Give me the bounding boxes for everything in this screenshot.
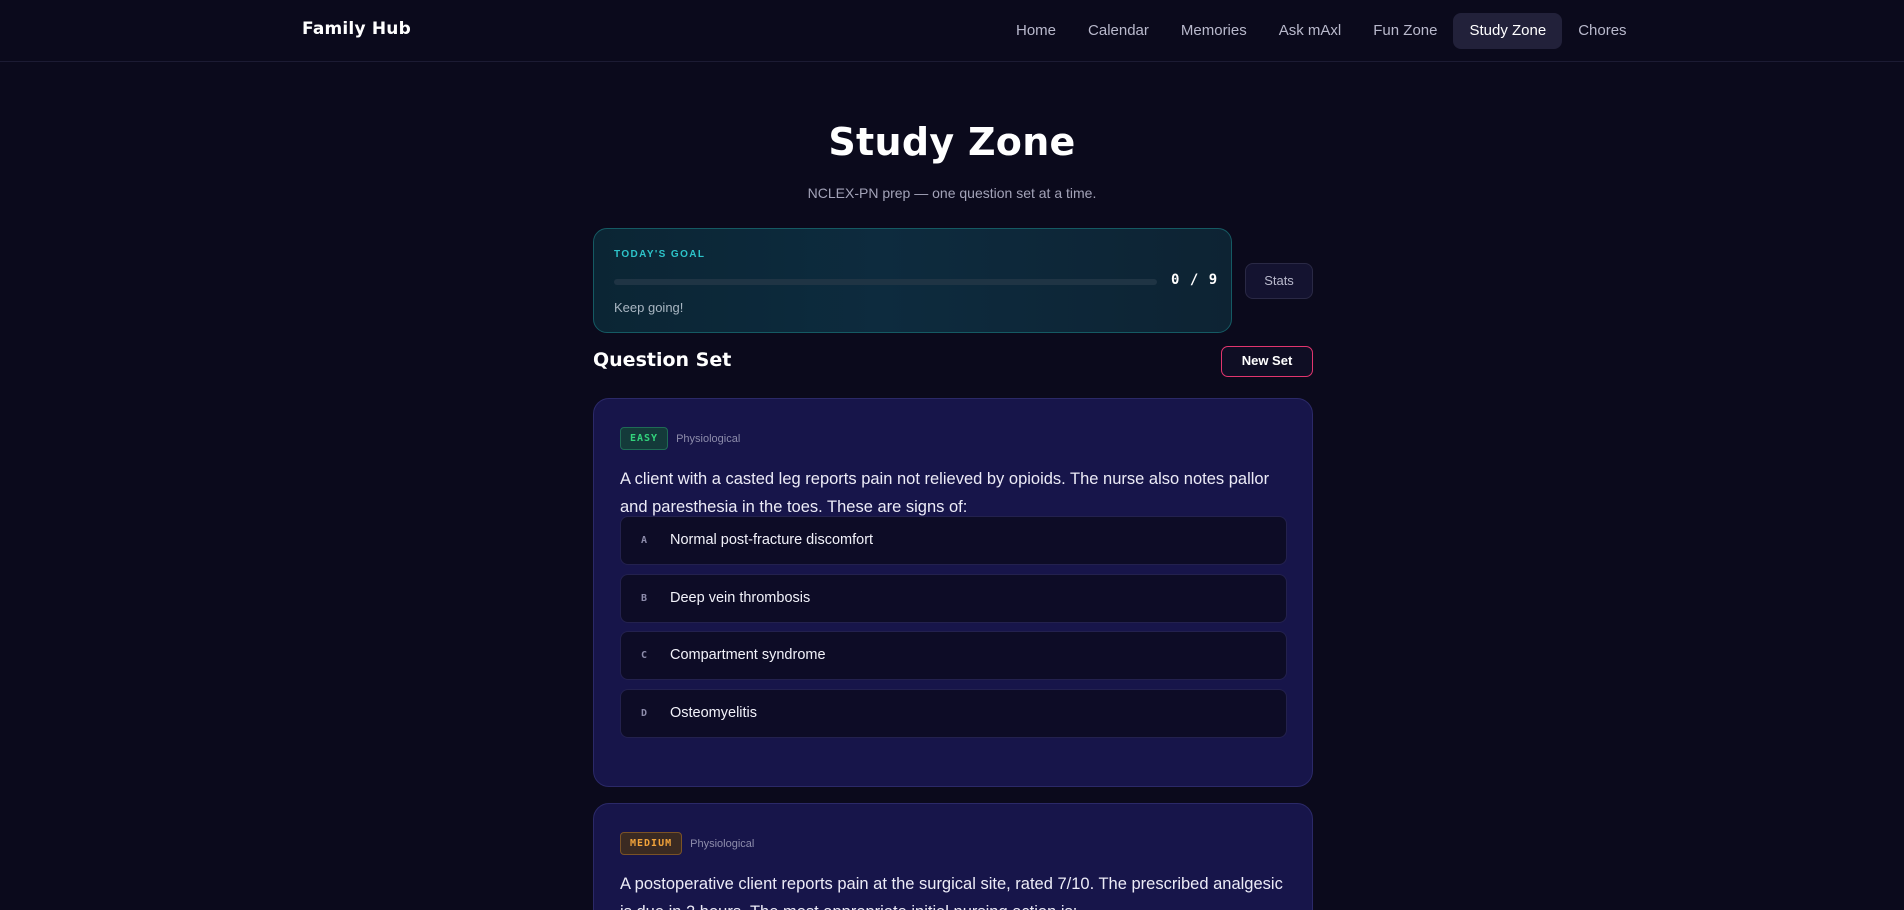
- page-title: Study Zone: [828, 120, 1076, 164]
- answer-option-b[interactable]: B Deep vein thrombosis: [620, 574, 1287, 623]
- option-text: Normal post-fracture discomfort: [670, 532, 874, 548]
- goal-count: 0 / 9: [1171, 272, 1219, 288]
- nav-memories[interactable]: Memories: [1165, 13, 1263, 49]
- option-text: Deep vein thrombosis: [670, 590, 811, 606]
- goal-progress-bar: [614, 279, 1157, 285]
- question-meta: MEDIUM Physiological: [620, 832, 754, 855]
- page-subtitle: NCLEX-PN prep — one question set at a ti…: [807, 185, 1097, 201]
- question-category: Physiological: [676, 432, 741, 445]
- nav-study-zone[interactable]: Study Zone: [1453, 13, 1563, 49]
- question-text: A client with a casted leg reports pain …: [620, 470, 1270, 516]
- question-card: MEDIUM Physiological A postoperative cli…: [593, 803, 1313, 910]
- stats-button[interactable]: Stats: [1245, 263, 1313, 299]
- brand-logo[interactable]: Family Hub: [302, 19, 411, 39]
- nav-ask-maxl[interactable]: Ask mAxl: [1263, 13, 1358, 49]
- question-text: A postoperative client reports pain at t…: [620, 875, 1283, 910]
- todays-goal-card: TODAY'S GOAL 0 / 9 Keep going!: [593, 228, 1232, 333]
- nav-chores[interactable]: Chores: [1562, 13, 1642, 49]
- nav-calendar[interactable]: Calendar: [1072, 13, 1165, 49]
- question-set-title: Question Set: [593, 349, 732, 371]
- option-letter: C: [641, 650, 648, 661]
- nav-fun-zone[interactable]: Fun Zone: [1357, 13, 1453, 49]
- answer-option-a[interactable]: A Normal post-fracture discomfort: [620, 516, 1287, 565]
- question-card: EASY Physiological A client with a caste…: [593, 398, 1313, 787]
- top-navigation-bar: Family Hub Home Calendar Memories Ask mA…: [0, 0, 1904, 62]
- difficulty-badge: MEDIUM: [620, 832, 683, 855]
- option-text: Osteomyelitis: [670, 705, 758, 721]
- option-letter: B: [641, 593, 648, 604]
- difficulty-badge: EASY: [620, 427, 669, 450]
- question-meta: EASY Physiological: [620, 427, 740, 450]
- main-nav: Home Calendar Memories Ask mAxl Fun Zone…: [1000, 13, 1643, 49]
- option-letter: D: [641, 708, 648, 719]
- question-category: Physiological: [690, 837, 755, 850]
- option-letter: A: [641, 535, 648, 546]
- option-text: Compartment syndrome: [670, 647, 826, 663]
- answer-option-c[interactable]: C Compartment syndrome: [620, 631, 1287, 680]
- answer-option-d[interactable]: D Osteomyelitis: [620, 689, 1287, 738]
- nav-home[interactable]: Home: [1000, 13, 1072, 49]
- goal-note: Keep going!: [614, 300, 684, 315]
- goal-label: TODAY'S GOAL: [614, 249, 706, 260]
- new-set-button[interactable]: New Set: [1221, 346, 1313, 377]
